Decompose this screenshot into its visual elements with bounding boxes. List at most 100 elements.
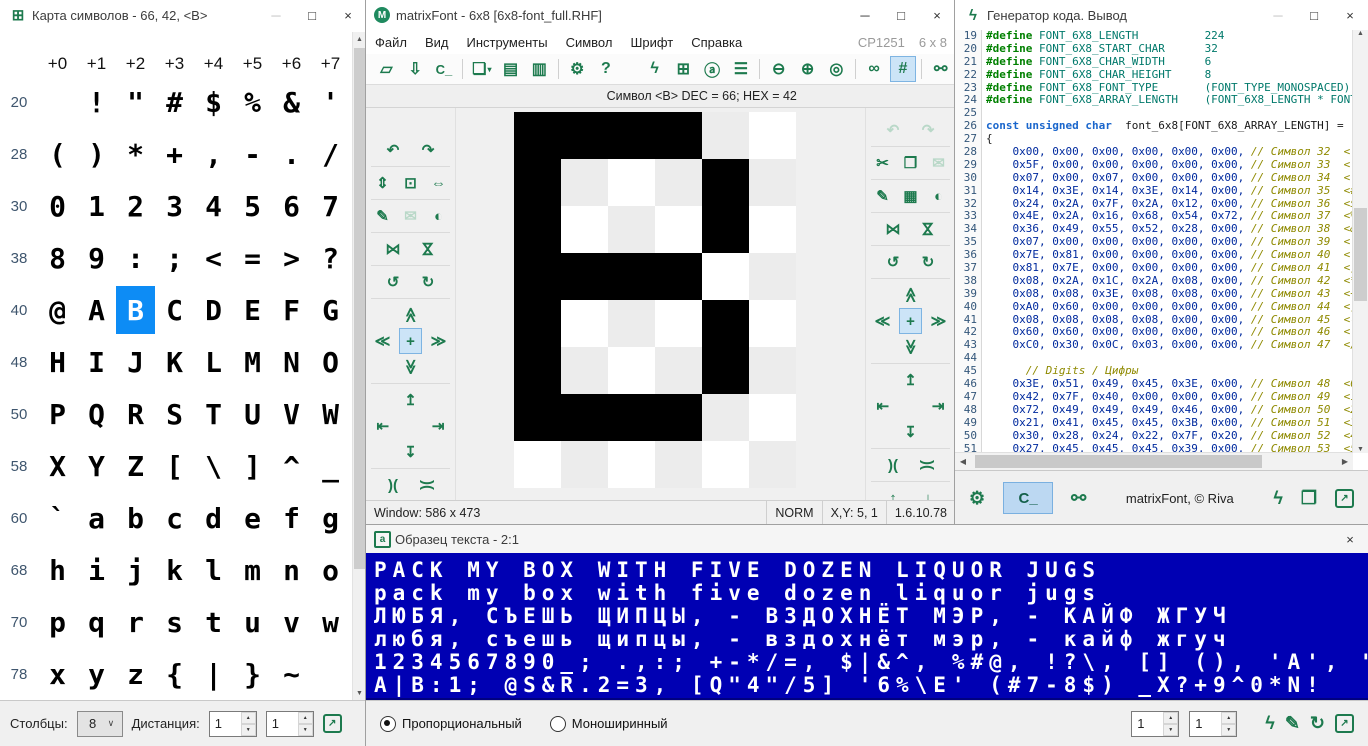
rotate-ccw-icon[interactable]: ↺ — [878, 249, 908, 275]
code-editor[interactable]: 19#define FONT_6X8_LENGTH 22420#define F… — [955, 30, 1368, 470]
charmap-cell[interactable]: ; — [155, 234, 194, 282]
import-icon[interactable]: ⇩ — [402, 56, 429, 82]
glyph-pixel[interactable] — [561, 347, 608, 394]
distance-y-stepper[interactable]: 1 ▲▼ — [266, 711, 314, 737]
monospaced-radio[interactable]: Моноширинный — [550, 716, 668, 732]
col-width-icon[interactable]: ⇔ — [427, 170, 450, 196]
maximize-button[interactable]: □ — [294, 0, 330, 30]
charmap-cell[interactable]: ! — [77, 78, 116, 126]
scroll-right-icon[interactable]: ▶ — [1337, 457, 1353, 466]
charmap-cell[interactable]: * — [116, 130, 155, 178]
charmap-cell[interactable]: ' — [311, 78, 350, 126]
charmap-cell[interactable]: " — [116, 78, 155, 126]
glyph-pixel[interactable] — [608, 253, 655, 300]
shift-left-icon[interactable]: ≪ — [871, 308, 894, 334]
charmap-cell[interactable]: } — [233, 650, 272, 698]
export-icon[interactable]: ↗ — [1335, 714, 1354, 733]
glyph-pixel[interactable] — [608, 112, 655, 159]
charmap-cell[interactable]: v — [272, 598, 311, 646]
brush-icon[interactable]: ✎ — [371, 203, 394, 229]
snap-top-icon[interactable]: ↥ — [396, 387, 426, 413]
gear-icon[interactable]: ⚙ — [969, 488, 985, 509]
charmap-cell[interactable]: 3 — [155, 182, 194, 230]
glyph-pixel[interactable] — [749, 253, 796, 300]
charmap-cell[interactable]: 0 — [38, 182, 77, 230]
charmap-cell[interactable]: f — [272, 494, 311, 542]
glyph-pixel[interactable] — [608, 394, 655, 441]
shift-down-icon[interactable]: ≫ — [898, 332, 924, 362]
charmap-cell[interactable]: ` — [38, 494, 77, 542]
glyph-pixel[interactable] — [514, 441, 561, 488]
close-button[interactable]: × — [919, 0, 955, 30]
glyph-pixel[interactable] — [702, 159, 749, 206]
charmap-cell[interactable]: / — [311, 130, 350, 178]
close-button[interactable]: × — [1332, 525, 1368, 553]
zoom-out-icon[interactable]: ⊖ — [765, 56, 792, 82]
output-icon[interactable]: ☰ — [728, 56, 755, 82]
charmap-cell[interactable]: _ — [311, 442, 350, 490]
squeeze-horizontal-icon[interactable]: )( — [378, 472, 408, 498]
menu-item-вид[interactable]: Вид — [416, 35, 458, 50]
crop-icon[interactable]: ⊡ — [399, 170, 422, 196]
squeeze-vertical-icon[interactable]: )( — [415, 470, 441, 500]
move-icon[interactable]: + — [899, 308, 922, 334]
charmap-cell[interactable]: N — [272, 338, 311, 386]
spin-down-icon[interactable]: ▼ — [298, 724, 313, 736]
charmap-cell[interactable]: e — [233, 494, 272, 542]
charmap-cell[interactable]: x — [38, 650, 77, 698]
redo-icon[interactable]: ↷ — [413, 137, 443, 163]
glyph-pixel[interactable] — [702, 300, 749, 347]
charmap-cell[interactable]: r — [116, 598, 155, 646]
help-icon[interactable]: ? — [593, 56, 620, 82]
minimize-button[interactable]: ─ — [1260, 0, 1296, 30]
glyph-pixel[interactable] — [702, 394, 749, 441]
glyph-pixel[interactable] — [608, 347, 655, 394]
charmap-cell[interactable]: [ — [155, 442, 194, 490]
charmap-cell[interactable]: A — [77, 286, 116, 334]
glyph-pixel[interactable] — [608, 159, 655, 206]
glyph-pixel[interactable] — [702, 112, 749, 159]
charmap-cell[interactable]: K — [155, 338, 194, 386]
snap-bottom-icon[interactable]: ↧ — [396, 439, 426, 465]
glyph-pixel[interactable] — [655, 394, 702, 441]
glyph-pixel[interactable] — [514, 394, 561, 441]
charmap-cell[interactable]: a — [77, 494, 116, 542]
save-icon[interactable]: ▤ — [497, 56, 524, 82]
squeeze-horizontal-icon[interactable]: )( — [878, 452, 908, 478]
rotate-cw-icon[interactable]: ↻ — [413, 269, 443, 295]
charmap-cell[interactable]: I — [77, 338, 116, 386]
glyph-pixel[interactable] — [749, 112, 796, 159]
close-button[interactable]: × — [330, 0, 366, 30]
refresh-icon[interactable]: ↻ — [1310, 713, 1325, 734]
charmap-cell[interactable]: l — [194, 546, 233, 594]
glyph-pixel[interactable] — [608, 206, 655, 253]
charmap-cell[interactable]: Y — [77, 442, 116, 490]
rotate-ccw-icon[interactable]: ↺ — [378, 269, 408, 295]
code-icon[interactable]: C_ — [431, 56, 458, 82]
menu-item-шрифт[interactable]: Шрифт — [621, 35, 682, 50]
glyph-pixel[interactable] — [655, 441, 702, 488]
charmap-cell[interactable]: 2 — [116, 182, 155, 230]
charmap-cell[interactable]: R — [116, 390, 155, 438]
charmap-cell[interactable]: L — [194, 338, 233, 386]
brush-icon[interactable]: ✎ — [871, 183, 894, 209]
charmap-cell[interactable]: w — [311, 598, 350, 646]
charmap-cell[interactable]: < — [194, 234, 233, 282]
spin-up-icon[interactable]: ▲ — [1221, 712, 1236, 724]
charmap-cell[interactable]: z — [116, 650, 155, 698]
scroll-up-icon[interactable]: ▲ — [1353, 30, 1368, 37]
charmap-cell[interactable]: 6 — [272, 182, 311, 230]
minimize-button[interactable]: ─ — [847, 0, 883, 30]
copy-icon[interactable]: ❐ — [899, 150, 922, 176]
scroll-down-icon[interactable]: ▼ — [353, 686, 366, 700]
copy-icon[interactable]: ❐ — [1301, 488, 1317, 509]
glyph-pixel[interactable] — [749, 159, 796, 206]
distance-x-stepper[interactable]: 1 ▲▼ — [209, 711, 257, 737]
charmap-cell[interactable]: d — [194, 494, 233, 542]
glyph-pixel[interactable] — [514, 300, 561, 347]
glyph-pixel[interactable] — [702, 253, 749, 300]
glyph-pixel[interactable] — [561, 159, 608, 206]
glyph-pixel[interactable] — [655, 253, 702, 300]
glyph-pixel[interactable] — [749, 300, 796, 347]
character-map-icon[interactable]: ⊞ — [670, 56, 697, 82]
